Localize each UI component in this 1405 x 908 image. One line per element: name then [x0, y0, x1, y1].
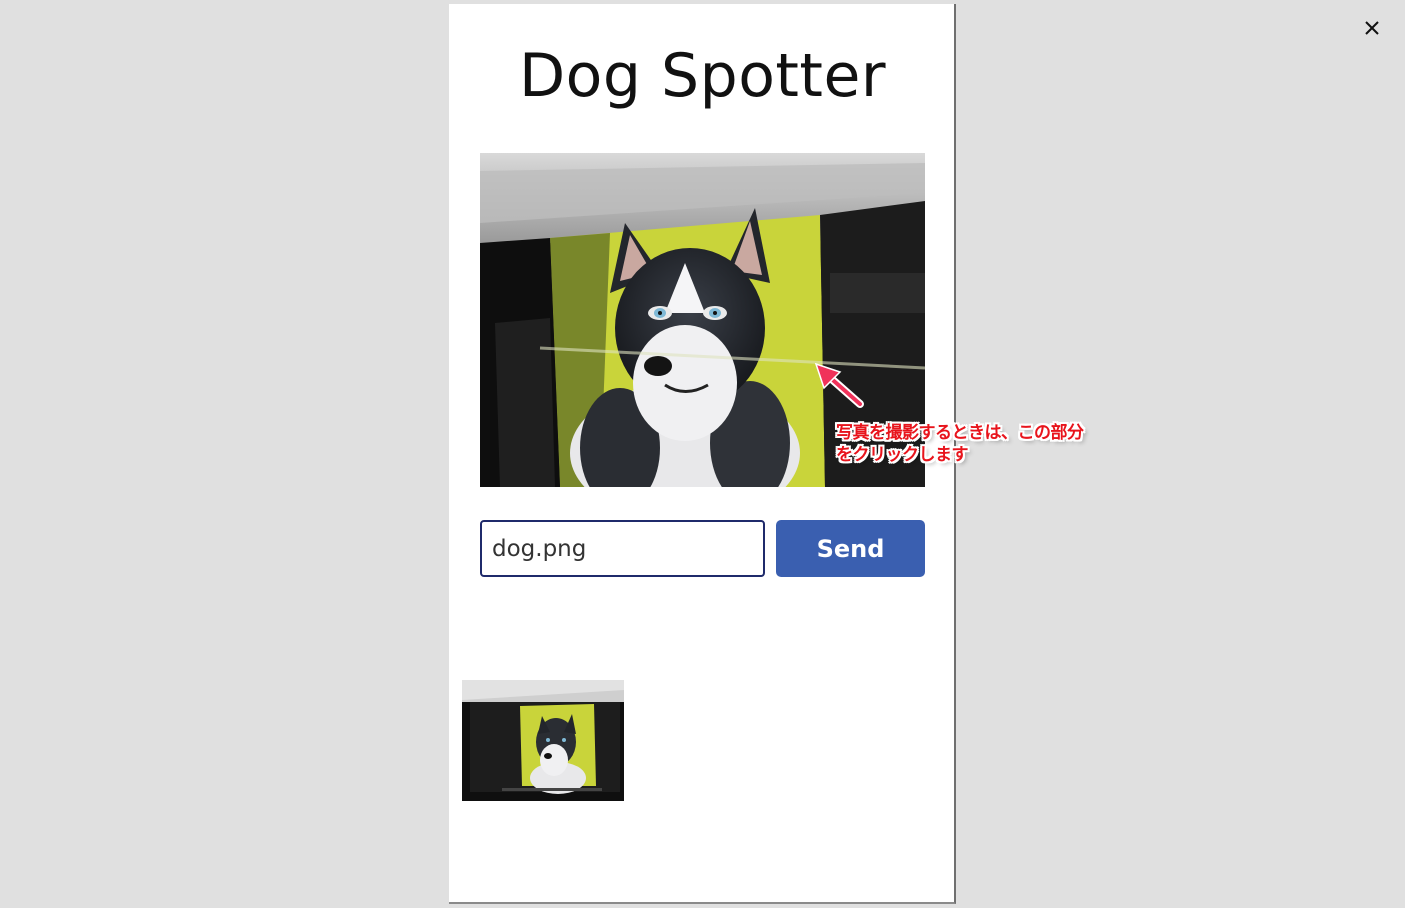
annotation-arrow-icon — [810, 360, 870, 414]
thumbnail-image — [462, 680, 624, 801]
app-title: Dog Spotter — [518, 41, 887, 111]
annotation-text: 写真を撮影するときは、この部分 をクリックします — [836, 423, 1084, 465]
screen: Dog Spotter dog.png Send 写真を撮影するときは、この部分… — [0, 0, 1405, 908]
close-icon[interactable] — [1358, 14, 1386, 42]
photo-thumbnail[interactable] — [462, 680, 624, 801]
filename-input[interactable] — [480, 520, 765, 577]
send-button[interactable]: Send — [776, 520, 925, 577]
